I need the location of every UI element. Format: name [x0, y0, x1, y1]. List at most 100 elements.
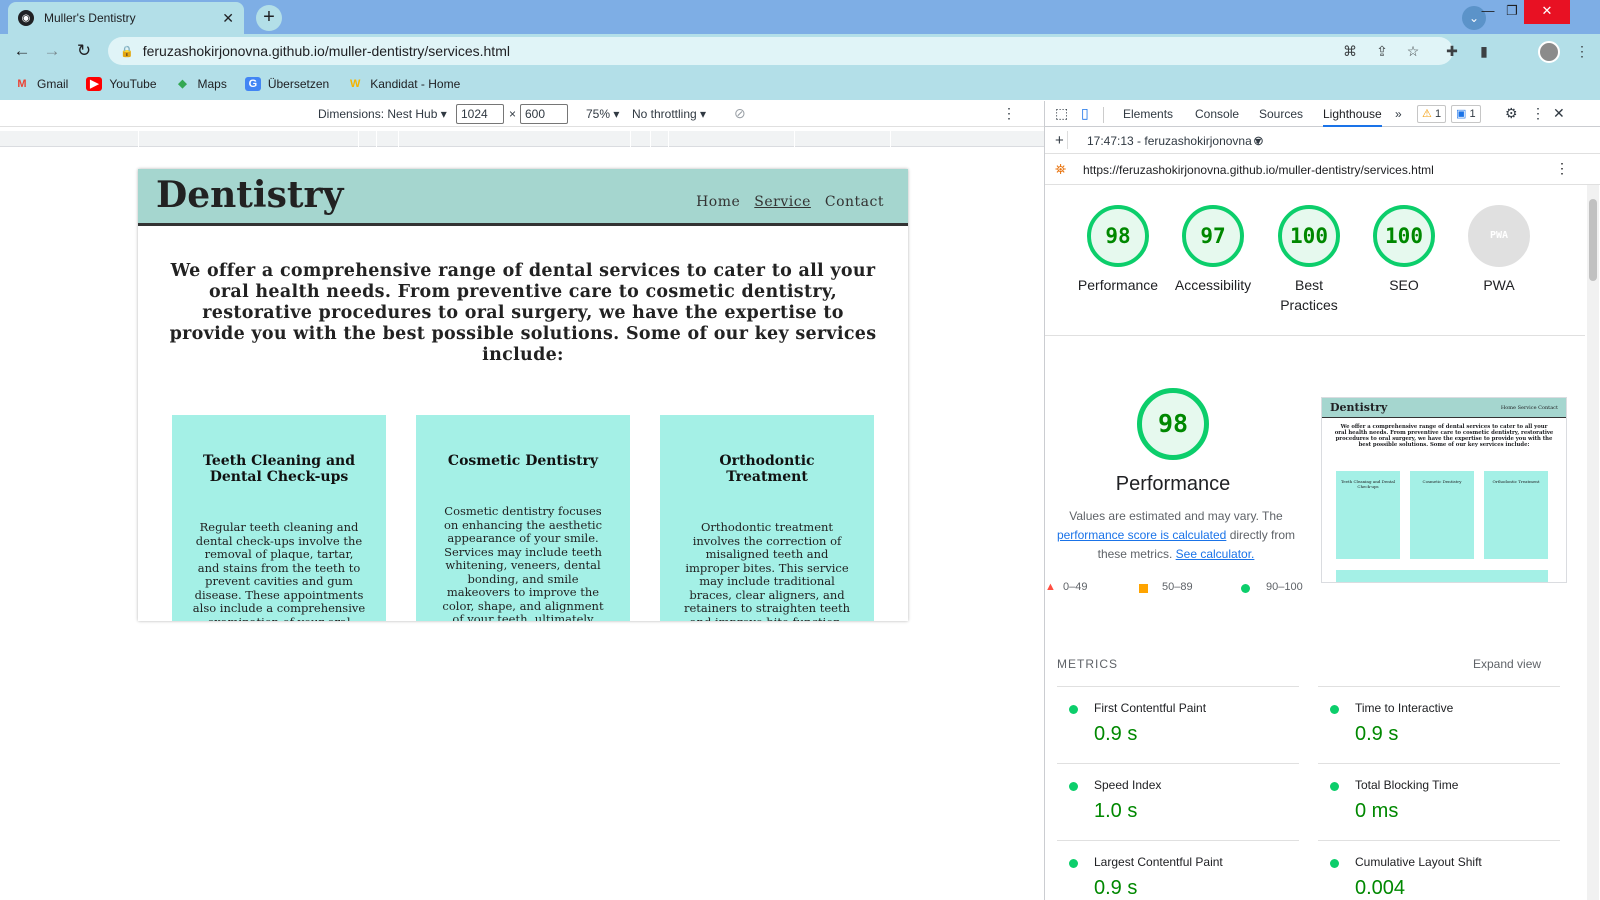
score-best-practices[interactable]: 100 Best Practices	[1261, 205, 1357, 315]
calculator-link[interactable]: See calculator.	[1176, 547, 1255, 561]
new-tab-button[interactable]: +	[256, 5, 282, 31]
close-tab-icon[interactable]: ✕	[222, 10, 234, 27]
warning-icon: ⚠	[1422, 108, 1432, 120]
service-title: Orthodontic Treatment	[719, 453, 815, 485]
bookmark-star-icon[interactable]: ☆	[1403, 41, 1423, 61]
services-intro: We offer a comprehensive range of dental…	[169, 261, 877, 365]
browser-tab[interactable]: ◉ Muller's Dentistry ✕	[8, 2, 244, 34]
pass-circle-icon	[1330, 782, 1339, 791]
device-select[interactable]: Dimensions: Nest Hub ▾	[318, 107, 447, 121]
devtools-panel: ⬚ ▯ Elements Console Sources Lighthouse …	[1044, 101, 1600, 900]
pass-circle-icon	[1069, 782, 1078, 791]
website-page: Dentistry Home Service Contact We offer …	[138, 169, 908, 621]
new-report-icon[interactable]: +	[1055, 132, 1064, 149]
tab-lighthouse[interactable]: Lighthouse	[1323, 107, 1382, 127]
warnings-badge[interactable]: ⚠ 1	[1417, 105, 1447, 123]
bookmark-maps[interactable]: ◆ Maps	[175, 77, 227, 91]
metric-value: 0.004	[1355, 877, 1406, 899]
bookmark-translate[interactable]: G Übersetzen	[244, 77, 329, 91]
throttling-select[interactable]: No throttling ▾	[632, 107, 706, 121]
metric-value: 1.0 s	[1094, 800, 1138, 822]
avatar[interactable]	[1538, 41, 1560, 63]
final-screenshot-thumbnail[interactable]: Dentistry Home Service Contact We offer a…	[1321, 397, 1567, 583]
metric-name: Speed Index	[1094, 778, 1162, 792]
window-close-button[interactable]: ✕	[1524, 0, 1570, 24]
thumb-nav: Home Service Contact	[1500, 405, 1558, 411]
height-input[interactable]: 600	[520, 104, 568, 124]
fail-triangle-icon: ▲	[1045, 581, 1056, 593]
lighthouse-scrollbar[interactable]	[1587, 185, 1599, 900]
zoom-select[interactable]: 75% ▾	[586, 107, 619, 121]
site-header: Dentistry Home Service Contact	[138, 169, 908, 226]
tab-console[interactable]: Console	[1195, 107, 1239, 121]
devtools-menu-icon[interactable]: ⋮	[1531, 105, 1545, 122]
browser-menu-icon[interactable]: ⋮	[1572, 41, 1592, 61]
reload-icon[interactable]: ↻	[72, 39, 96, 63]
settings-gear-icon[interactable]: ⚙	[1505, 105, 1518, 122]
bookmarks-bar: M Gmail ▶ YouTube ◆ Maps G Übersetzen W …	[0, 68, 1600, 100]
clear-reports-icon[interactable]: ⊘	[1253, 133, 1264, 149]
site-nav: Home Service Contact	[696, 194, 884, 210]
gauge-label: Accessibility	[1174, 277, 1252, 293]
report-select[interactable]: 17:47:13 - feruzashokirjonovna ▾	[1087, 134, 1261, 148]
nav-service-link[interactable]: Service	[754, 194, 811, 210]
metric-fcp: First Contentful Paint 0.9 s	[1057, 686, 1299, 762]
messages-badge[interactable]: ▣ 1	[1451, 105, 1481, 123]
desc-text: Values are estimated and may vary. The	[1069, 509, 1283, 523]
more-tabs-icon[interactable]: »	[1395, 107, 1402, 121]
pass-circle-icon	[1241, 584, 1250, 593]
bookmark-kandidat[interactable]: W Kandidat - Home	[347, 77, 460, 91]
metric-name: First Contentful Paint	[1094, 701, 1207, 715]
extensions-icon[interactable]: ✚	[1442, 41, 1462, 61]
inspect-icon[interactable]: ⬚	[1055, 105, 1068, 122]
pass-circle-icon	[1069, 859, 1078, 868]
youtube-icon: ▶	[86, 77, 103, 91]
service-text: Cosmetic dentistry focuses on enhancing …	[442, 504, 604, 621]
performance-score-gauge: 98	[1137, 388, 1209, 460]
more-options-icon[interactable]: ⋮	[1002, 105, 1016, 122]
average-square-icon	[1139, 584, 1148, 593]
legend-fail: 0–49	[1063, 581, 1088, 593]
metric-name: Cumulative Layout Shift	[1355, 855, 1482, 869]
address-bar[interactable]: 🔒 feruzashokirjonovna.github.io/muller-d…	[108, 37, 1453, 65]
side-panel-icon[interactable]: ▮	[1474, 41, 1494, 61]
close-devtools-icon[interactable]: ✕	[1553, 105, 1565, 122]
gauge-label: PWA	[1483, 277, 1515, 293]
times-icon: ×	[509, 107, 517, 121]
metric-cls: Cumulative Layout Shift 0.004	[1318, 840, 1560, 900]
width-input[interactable]: 1024	[456, 104, 504, 124]
media-query-ruler[interactable]	[0, 131, 1044, 147]
thumb-header: Dentistry Home Service Contact	[1322, 398, 1566, 418]
thumb-intro: We offer a comprehensive range of dental…	[1334, 424, 1554, 448]
bookmark-label: Maps	[197, 77, 227, 91]
device-toggle-icon[interactable]: ▯	[1081, 105, 1089, 122]
back-arrow-icon[interactable]: ←	[10, 39, 34, 63]
score-performance[interactable]: 98 Performance	[1070, 205, 1166, 295]
score-pwa[interactable]: PWA PWA	[1451, 205, 1547, 295]
site-logo[interactable]: Dentistry	[156, 174, 343, 216]
translate-icon: G	[244, 77, 261, 91]
forward-arrow-icon[interactable]: →	[40, 39, 64, 63]
bookmark-gmail[interactable]: M Gmail	[14, 77, 68, 91]
pwa-badge-icon: PWA	[1468, 205, 1530, 267]
metric-value: 0 ms	[1355, 800, 1399, 822]
expand-view-toggle[interactable]: Expand view	[1473, 657, 1541, 671]
performance-description: Values are estimated and may vary. The p…	[1045, 507, 1307, 564]
nav-home-link[interactable]: Home	[696, 194, 740, 210]
bookmark-youtube[interactable]: ▶ YouTube	[86, 77, 157, 91]
rotate-icon[interactable]: ⊘	[734, 105, 746, 122]
share-icon[interactable]: ⇪	[1372, 41, 1392, 61]
lock-icon: 🔒	[120, 45, 134, 58]
tab-elements[interactable]: Elements	[1123, 107, 1173, 121]
translate-icon[interactable]: ⌘	[1340, 41, 1360, 61]
score-accessibility[interactable]: 97 Accessibility	[1165, 205, 1261, 295]
nav-contact-link[interactable]: Contact	[825, 194, 884, 210]
tab-sources[interactable]: Sources	[1259, 107, 1303, 121]
emulated-viewport: Dentistry Home Service Contact We offer …	[0, 147, 1044, 900]
service-title: Cosmetic Dentistry	[447, 453, 599, 469]
thumb-card: Cosmetic Dentistry	[1410, 471, 1474, 559]
score-calculated-link[interactable]: performance score is calculated	[1057, 528, 1226, 542]
report-menu-icon[interactable]: ⋮	[1555, 160, 1569, 177]
score-seo[interactable]: 100 SEO	[1356, 205, 1452, 295]
report-url[interactable]: https://feruzashokirjonovna.github.io/mu…	[1083, 163, 1434, 177]
